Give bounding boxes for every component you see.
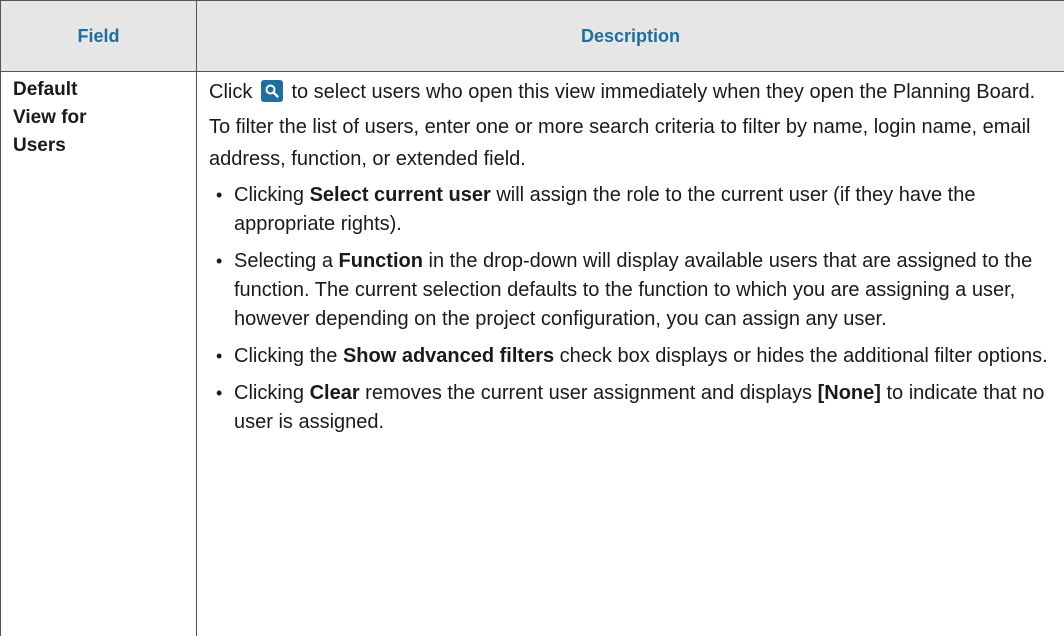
bullet-text: check box displays or hides the addition… <box>554 345 1048 367</box>
field-name-line: View for <box>13 104 186 132</box>
field-name-cell: Default View for Users <box>1 72 197 636</box>
list-item: •Selecting a Function in the drop-down w… <box>209 247 1050 334</box>
bullet-dot-icon: • <box>216 342 222 371</box>
field-name-line: Users <box>13 132 186 160</box>
list-item: • Clicking Clear removes the current user… <box>209 379 1050 437</box>
bullet-bold-term: [None] <box>818 382 881 404</box>
table-row: Default View for Users Click to select u… <box>1 72 1064 636</box>
paragraph-filter: To filter the list of users, enter one o… <box>209 111 1050 175</box>
description-cell: Click to select users who open this view… <box>197 72 1064 636</box>
header-description: Description <box>197 1 1064 72</box>
bullet-bold-term: Select current user <box>310 184 491 206</box>
field-name-line: Default <box>13 76 186 104</box>
bullet-bold-term: Show advanced filters <box>343 345 554 367</box>
bullet-bold-term: Clear <box>310 382 360 404</box>
bullet-dot-icon: • <box>216 379 222 408</box>
bullet-text: Selecting a <box>234 250 339 272</box>
bullet-dot-icon: • <box>216 181 222 210</box>
para-text: Click <box>209 81 258 103</box>
para-text: to select users who open this view immed… <box>286 81 1035 103</box>
bullet-dot-icon: • <box>216 247 222 276</box>
bullet-text: Clicking the <box>234 345 343 367</box>
search-icon[interactable] <box>261 80 283 102</box>
bullet-list: •Clicking Select current user will assig… <box>209 181 1050 437</box>
field-description-table: Field Description Default View for Users… <box>0 0 1064 636</box>
bullet-text: removes the current user assignment and … <box>360 382 818 404</box>
list-item: •Clicking Select current user will assig… <box>209 181 1050 239</box>
list-item: • Clicking the Show advanced filters chec… <box>209 342 1050 371</box>
bullet-text: Clicking <box>234 184 310 206</box>
paragraph-click-search: Click to select users who open this view… <box>209 74 1050 111</box>
bullet-bold-term: Function <box>339 250 423 272</box>
header-field: Field <box>1 1 197 72</box>
table-header-row: Field Description <box>1 1 1064 72</box>
bullet-text: Clicking <box>234 382 310 404</box>
